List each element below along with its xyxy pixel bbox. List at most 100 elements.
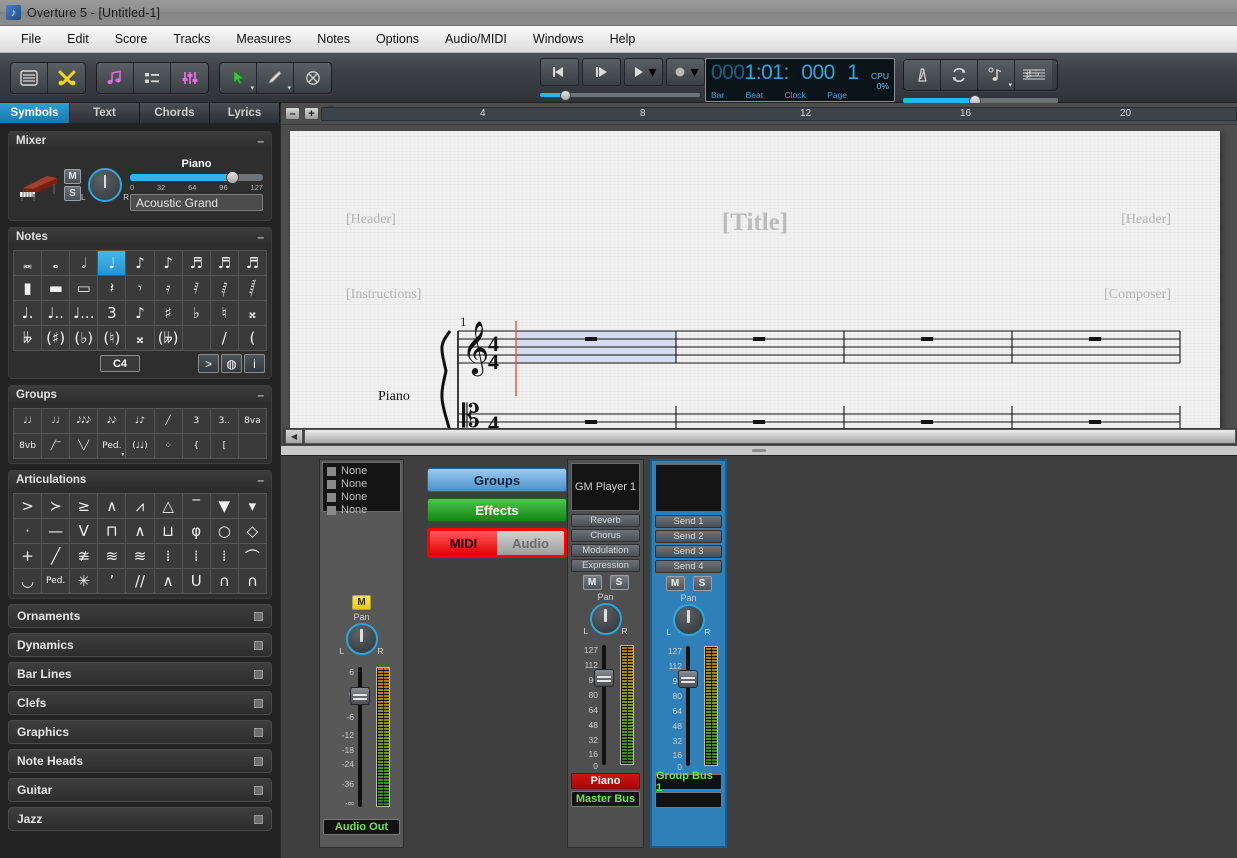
rest-cell[interactable]: 𝅁 [211,276,238,300]
group-cell[interactable]: 3.. [219,416,230,426]
score-page[interactable]: [Header] [Header] [Title] [Instructions]… [290,131,1220,431]
mixer-faders-icon[interactable] [171,63,208,93]
insert-name[interactable]: None [341,491,367,504]
artic-cell[interactable]: ◡ [14,569,41,593]
bus-routing-button[interactable]: Master Bus [571,791,640,807]
insert-slot-icon[interactable] [327,480,336,489]
menu-file[interactable]: File [8,29,54,49]
note-cell[interactable]: 𝅝 [42,251,69,275]
pan-knob[interactable]: L R [346,623,378,655]
audio-out-label[interactable]: Audio Out [323,819,400,835]
send-3[interactable]: Send 3 [655,545,722,558]
expand-icon[interactable] [254,757,263,766]
send-4[interactable]: Send 4 [655,560,722,573]
pencil-icon[interactable]: ▾ [257,63,294,93]
info-button[interactable]: i [244,354,265,373]
pitch-display[interactable]: C4 [100,355,140,372]
group-cell[interactable]: 𝅘𝅥𝅮𝅘𝅥𝅮 [107,416,116,426]
artic-cell[interactable]: ○ [211,519,238,543]
artic-cell[interactable]: ∩ [239,569,266,593]
slash-cell[interactable]: / [211,326,238,350]
scrollbar-thumb[interactable] [304,429,1236,444]
grace-note-cell[interactable]: ♪ [126,301,153,325]
artic-cell[interactable]: ◇ [239,519,266,543]
group-cell[interactable]: 3 [193,416,199,426]
octave-up-cell[interactable]: 8va [244,416,261,426]
notes-icon[interactable] [97,63,134,93]
artic-cell[interactable]: > [14,494,41,518]
artic-cell[interactable]: ≋ [126,544,153,568]
panel-mixer-header[interactable]: Mixer – [9,132,271,150]
expand-icon[interactable] [254,815,263,824]
artic-cell[interactable]: ▼ [211,494,238,518]
artic-cell[interactable]: V [70,519,97,543]
fader-knob[interactable] [594,669,614,687]
play-button[interactable]: ▾ [624,58,663,86]
note-cell[interactable]: ♬ [183,251,210,275]
rest-cell[interactable]: ▬ [42,276,69,300]
expand-icon[interactable] [254,699,263,708]
rest-cell[interactable]: ▭ [70,276,97,300]
rest-cell[interactable]: ▮ [14,276,41,300]
solo-button[interactable]: S [693,576,712,591]
note-cell[interactable]: 𝅜 [14,251,41,275]
metronome-icon[interactable] [904,60,941,90]
artic-cell[interactable]: ╱ [42,544,69,568]
track-name-button[interactable]: Piano [571,773,640,789]
insert-list[interactable]: None None None None [322,462,401,512]
artic-cell[interactable]: ⁞ [183,544,210,568]
accent-button[interactable]: > [198,354,219,373]
instrument-select[interactable]: Acoustic Grand [130,194,263,211]
quantize-note-icon[interactable]: ▾ [978,60,1015,90]
group-bus-label[interactable]: Group Bus 1 [655,774,722,790]
tab-text[interactable]: Text [70,103,140,123]
panel-articulations-header[interactable]: Articulations – [9,471,271,489]
artic-cell[interactable]: // [126,569,153,593]
rest-cell[interactable]: 𝅂 [239,276,266,300]
menu-notes[interactable]: Notes [304,29,363,49]
artic-cell[interactable]: ⩘ [126,494,153,518]
tuplet-cell[interactable]: 3 [98,301,125,325]
panel-groups-header[interactable]: Groups – [9,386,271,404]
empty-cell[interactable] [183,326,210,350]
volume-fader[interactable]: 127 112 96 80 64 48 32 16 0 [572,645,643,765]
tab-lyrics[interactable]: Lyrics [210,103,280,123]
time-display[interactable]: 0001:01: 000 1 CPU 0% Bar Beat Clock Pag… [705,58,895,102]
tab-chords[interactable]: Chords [140,103,210,123]
natural-cell[interactable]: ♮ [211,301,238,325]
tremolo-cell[interactable]: ⁘ [164,441,172,451]
fader-knob[interactable] [678,670,698,688]
insert-name[interactable]: None [341,478,367,491]
send-chorus[interactable]: Chorus [571,529,640,542]
section-graphics[interactable]: Graphics [8,720,272,744]
group-bus-name-display[interactable] [655,464,722,512]
slider-knob[interactable] [560,90,571,101]
fast-forward-button[interactable] [582,58,621,86]
artic-cell[interactable]: ∧ [155,569,182,593]
gm-player-name[interactable]: GM Player 1 [571,463,640,511]
artic-cell[interactable]: ⁞ [211,544,238,568]
artic-cell[interactable]: ≥ [70,494,97,518]
solo-button[interactable]: S [610,575,629,590]
artic-cell[interactable]: ∧ [98,494,125,518]
group-cell[interactable]: ♩♩ [51,416,60,426]
pan-knob[interactable]: L R [88,168,122,202]
groups-button[interactable]: Groups [427,468,567,492]
brace-cell[interactable]: { [193,441,199,451]
double-sharp-cell[interactable]: 𝄪 [239,301,266,325]
volume-fader[interactable]: 6 0 -6 -12 -18 -24 -36 -∞ [328,667,403,807]
pedal-cell[interactable]: Ped. [102,441,121,451]
menu-help[interactable]: Help [597,29,649,49]
note-cell-selected[interactable]: ♩ [98,251,125,275]
bracket-line-cell[interactable]: ╲╱ [78,441,89,451]
menu-audio-midi[interactable]: Audio/MIDI [432,29,520,49]
double-flat-cell[interactable]: 𝄫 [14,326,41,350]
expand-icon[interactable] [254,641,263,650]
bracket-cell[interactable]: [ [223,441,227,451]
curve-cell[interactable]: ( [239,326,266,350]
artic-cell[interactable]: + [14,544,41,568]
note-cell[interactable]: ♬ [211,251,238,275]
note-cell[interactable]: ♪ [126,251,153,275]
send-1[interactable]: Send 1 [655,515,722,528]
artic-cell[interactable]: ≋ [98,544,125,568]
